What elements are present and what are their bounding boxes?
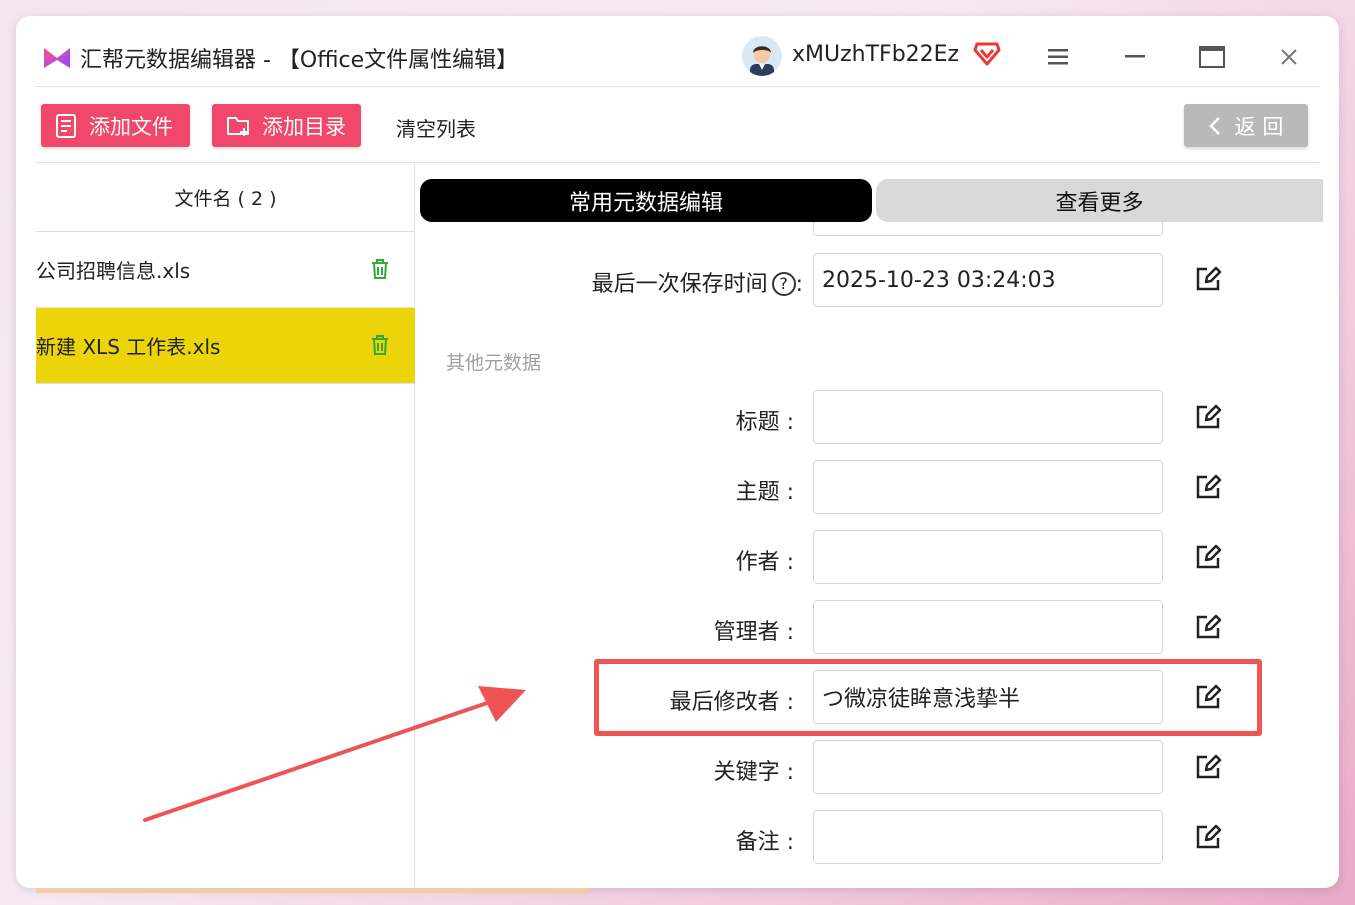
keywords-input[interactable] bbox=[813, 740, 1163, 794]
edit-icon[interactable] bbox=[1194, 473, 1222, 501]
file-row[interactable]: 新建 XLS 工作表.xls bbox=[36, 308, 415, 384]
add-directory-button[interactable]: 添加目录 bbox=[212, 104, 361, 147]
add-file-label: 添加文件 bbox=[89, 114, 173, 139]
back-button[interactable]: 返 回 bbox=[1184, 104, 1308, 147]
author-label: 作者 : bbox=[735, 550, 794, 575]
last-saved-label: 最后一次保存时间?: bbox=[591, 272, 803, 297]
add-directory-label: 添加目录 bbox=[262, 114, 346, 139]
add-file-icon bbox=[56, 113, 76, 138]
keywords-label: 关键字 : bbox=[713, 760, 794, 785]
author-input[interactable] bbox=[813, 530, 1163, 584]
maximize-icon[interactable] bbox=[1197, 42, 1227, 72]
tab-common-metadata[interactable]: 常用元数据编辑 bbox=[420, 179, 872, 222]
tab-view-more[interactable]: 查看更多 bbox=[876, 179, 1323, 222]
minimize-icon[interactable] bbox=[1121, 42, 1151, 72]
manager-label: 管理者 : bbox=[713, 620, 794, 645]
manager-input[interactable] bbox=[813, 600, 1163, 654]
app-title: 汇帮元数据编辑器 - 【Office文件属性编辑】 bbox=[80, 48, 519, 73]
edit-icon[interactable] bbox=[1194, 683, 1222, 711]
app-window: 汇帮元数据编辑器 - 【Office文件属性编辑】 xMUzhTFb22Ez 添… bbox=[16, 16, 1339, 888]
metadata-tabs: 常用元数据编辑 查看更多 bbox=[420, 179, 1323, 222]
toolbar-divider bbox=[36, 162, 1319, 163]
bottom-progress-bar bbox=[36, 888, 590, 893]
close-icon[interactable] bbox=[1274, 42, 1304, 72]
file-name: 新建 XLS 工作表.xls bbox=[36, 335, 221, 359]
edit-icon[interactable] bbox=[1194, 265, 1222, 293]
trash-icon[interactable] bbox=[370, 334, 390, 356]
title-bar: 汇帮元数据编辑器 - 【Office文件属性编辑】 xMUzhTFb22Ez bbox=[16, 16, 1339, 88]
title-divider bbox=[36, 86, 1319, 87]
vip-diamond-icon[interactable] bbox=[973, 40, 1001, 66]
help-icon[interactable]: ? bbox=[771, 272, 796, 296]
edit-icon[interactable] bbox=[1194, 403, 1222, 431]
last-saved-input[interactable] bbox=[813, 253, 1163, 307]
chevron-left-icon bbox=[1208, 116, 1220, 135]
file-list-header: 文件名 ( 2 ) bbox=[36, 164, 415, 232]
title-input[interactable] bbox=[813, 390, 1163, 444]
user-avatar[interactable] bbox=[742, 36, 782, 76]
edit-icon[interactable] bbox=[1194, 823, 1222, 851]
clear-list-button[interactable]: 清空列表 bbox=[396, 113, 476, 142]
edit-icon[interactable] bbox=[1194, 753, 1222, 781]
file-row[interactable]: 公司招聘信息.xls bbox=[36, 232, 415, 308]
hamburger-menu-icon[interactable] bbox=[1044, 42, 1074, 72]
subject-input[interactable] bbox=[813, 460, 1163, 514]
back-label: 返 回 bbox=[1234, 114, 1284, 139]
section-other-metadata: 其他元数据 bbox=[446, 352, 542, 374]
last-modified-by-label: 最后修改者 : bbox=[669, 690, 794, 715]
subject-label: 主题 : bbox=[735, 480, 794, 505]
title-label: 标题 : bbox=[735, 410, 794, 435]
file-list-panel: 文件名 ( 2 ) 公司招聘信息.xls 新建 XLS 工作表.xls bbox=[36, 164, 415, 888]
comments-label: 备注 : bbox=[735, 830, 794, 855]
app-logo-icon bbox=[44, 48, 70, 68]
edit-icon[interactable] bbox=[1194, 543, 1222, 571]
username[interactable]: xMUzhTFb22Ez bbox=[792, 42, 959, 67]
trash-icon[interactable] bbox=[370, 258, 390, 280]
add-file-button[interactable]: 添加文件 bbox=[41, 104, 190, 147]
comments-input[interactable] bbox=[813, 810, 1163, 864]
file-name: 公司招聘信息.xls bbox=[36, 259, 191, 283]
edit-icon[interactable] bbox=[1194, 613, 1222, 641]
add-folder-icon bbox=[227, 116, 249, 136]
last-modified-by-input[interactable] bbox=[813, 670, 1163, 724]
